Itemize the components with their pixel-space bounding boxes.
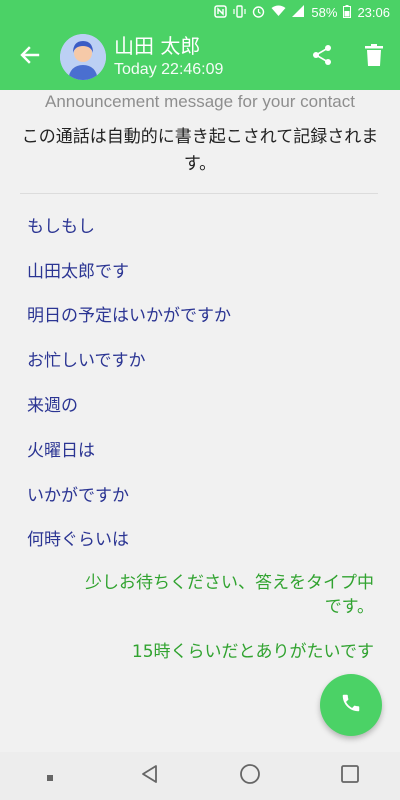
contact-info: 山田 太郎 Today 22:46:09 bbox=[114, 34, 296, 80]
vibrate-icon bbox=[233, 4, 247, 20]
nav-back-button[interactable] bbox=[120, 752, 180, 800]
transcript-message-contact: 明日の予定はいかがですか bbox=[27, 306, 231, 326]
back-button[interactable] bbox=[0, 24, 60, 90]
transcript-message-contact: 来週の bbox=[27, 396, 78, 416]
call-button[interactable] bbox=[320, 674, 382, 736]
transcript-message-contact: 何時ぐらいは bbox=[27, 530, 129, 550]
delete-button[interactable] bbox=[348, 24, 400, 90]
nav-home-button[interactable] bbox=[220, 752, 280, 800]
divider bbox=[20, 193, 378, 194]
alarm-icon bbox=[252, 5, 265, 20]
announcement-text: この通話は自動的に書き起こされて記録されます。 bbox=[21, 127, 379, 174]
call-timestamp: Today 22:46:09 bbox=[114, 61, 224, 78]
transcript-message-contact: もしもし bbox=[27, 217, 95, 237]
nfc-icon bbox=[214, 4, 228, 20]
battery-icon bbox=[343, 4, 352, 20]
avatar bbox=[60, 34, 106, 80]
app-bar: 山田 太郎 Today 22:46:09 bbox=[0, 24, 400, 90]
transcript-message-contact: いかがですか bbox=[27, 486, 129, 506]
trash-icon bbox=[365, 44, 383, 70]
dot-icon bbox=[46, 767, 54, 786]
triangle-back-icon bbox=[140, 764, 160, 788]
square-recents-icon bbox=[340, 764, 360, 788]
back-arrow-icon bbox=[20, 45, 40, 69]
nav-dot-button[interactable] bbox=[20, 752, 80, 800]
home-circle-icon bbox=[239, 763, 261, 789]
transcript-message-me: 少しお待ちください、答えをタイプ中です。 bbox=[85, 573, 374, 617]
contact-name: 山田 太郎 bbox=[114, 34, 201, 58]
status-time: 23:06 bbox=[357, 4, 390, 20]
share-button[interactable] bbox=[296, 24, 348, 90]
share-icon bbox=[311, 44, 333, 70]
transcript-message-contact: 山田太郎です bbox=[27, 262, 129, 282]
transcript-message-me: 15時くらいだとありがたいです bbox=[131, 642, 374, 662]
navigation-bar bbox=[0, 752, 400, 800]
transcript-message-contact: 火曜日は bbox=[27, 441, 95, 461]
wifi-icon bbox=[271, 5, 286, 19]
nav-recents-button[interactable] bbox=[320, 752, 380, 800]
phone-icon bbox=[340, 692, 362, 718]
transcript-message-contact: お忙しいですか bbox=[27, 351, 146, 371]
signal-icon bbox=[292, 5, 305, 19]
announcement-label: Announcement message for your contact bbox=[45, 92, 355, 111]
battery-percent: 58% bbox=[311, 4, 338, 20]
status-bar: 58% 23:06 bbox=[0, 0, 400, 24]
